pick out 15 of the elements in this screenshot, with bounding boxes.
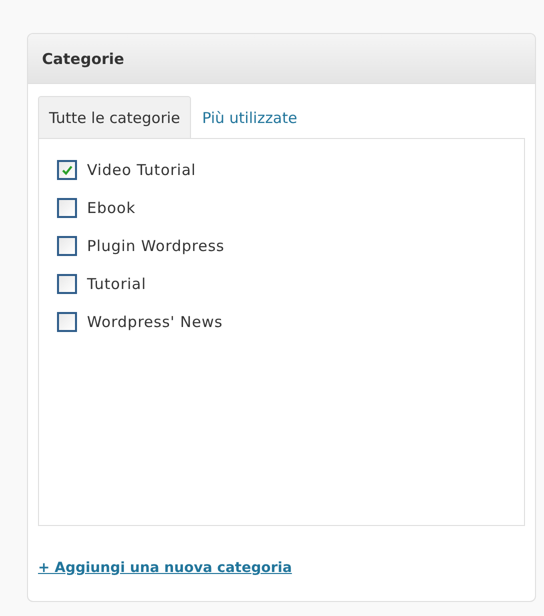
category-label: Ebook	[87, 199, 136, 217]
panel-title: Categorie	[42, 50, 124, 68]
checkbox[interactable]	[57, 274, 77, 294]
category-label: Wordpress' News	[87, 313, 223, 331]
checkbox[interactable]	[57, 236, 77, 256]
checkbox[interactable]	[57, 198, 77, 218]
add-category-link[interactable]: + Aggiungi una nuova categoria	[38, 560, 292, 576]
category-label: Video Tutorial	[87, 161, 196, 179]
tab[interactable]: Tutte le categorie	[38, 96, 192, 138]
category-label: Tutorial	[87, 275, 146, 293]
category-label: Plugin Wordpress	[87, 237, 224, 255]
checkmark-icon	[61, 164, 73, 176]
checkbox[interactable]	[57, 312, 77, 332]
checkbox[interactable]	[57, 160, 77, 180]
tab[interactable]: Più utilizzate	[191, 96, 308, 138]
